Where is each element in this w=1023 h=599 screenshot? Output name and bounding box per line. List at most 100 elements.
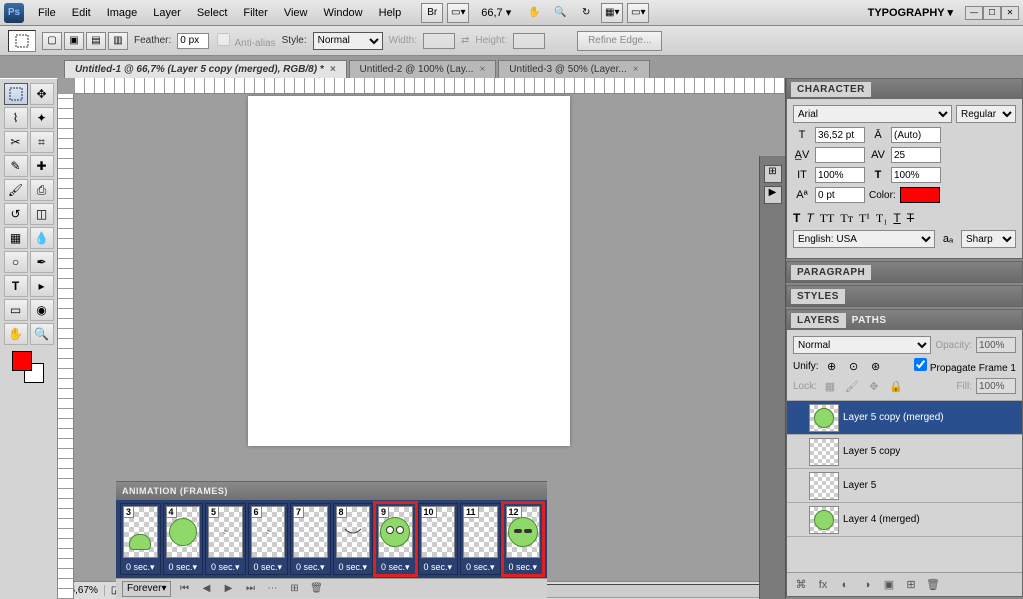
screen-mode-icon[interactable]: ▭▾: [447, 3, 469, 23]
text-color-swatch[interactable]: [900, 187, 940, 203]
doc-tab-1[interactable]: Untitled-1 @ 66,7% (Layer 5 copy (merged…: [64, 60, 347, 78]
animation-frame[interactable]: 30 sec.▾: [120, 503, 161, 575]
lock-paint-icon[interactable]: 🖌: [843, 378, 861, 394]
lasso-tool[interactable]: ⌇: [4, 107, 28, 129]
zoom-tool[interactable]: 🔍: [30, 323, 54, 345]
doc-tab-2[interactable]: Untitled-2 @ 100% (Lay...×: [349, 60, 497, 78]
eyedropper-tool[interactable]: ✎: [4, 155, 28, 177]
adjustment-layer-icon[interactable]: ◑: [859, 579, 875, 591]
paths-tab[interactable]: PATHS: [846, 313, 893, 328]
tool-preset-picker[interactable]: [8, 30, 36, 52]
menu-file[interactable]: File: [30, 3, 64, 23]
rotate-view-icon[interactable]: ↻: [575, 3, 597, 23]
frame-delay[interactable]: 0 sec.▾: [249, 560, 288, 574]
animation-frame[interactable]: 70 sec.▾: [290, 503, 331, 575]
animation-frame[interactable]: 100 sec.▾: [418, 503, 459, 575]
selection-subtract-icon[interactable]: ▤: [86, 32, 106, 50]
animation-frame[interactable]: 90 sec.▾: [375, 503, 416, 575]
hscale-input[interactable]: [891, 167, 941, 183]
prev-frame-button[interactable]: ◀: [197, 583, 215, 594]
animation-frame[interactable]: 50 sec.▾: [205, 503, 246, 575]
selection-new-icon[interactable]: ▢: [42, 32, 62, 50]
lock-pos-icon[interactable]: ✥: [865, 378, 883, 394]
animation-frame[interactable]: 110 sec.▾: [460, 503, 501, 575]
character-tab[interactable]: CHARACTER: [791, 82, 871, 97]
arrange-icon[interactable]: ▦▾: [601, 3, 623, 23]
delete-frame-button[interactable]: 🗑: [307, 583, 325, 594]
frame-delay[interactable]: 0 sec.▾: [419, 560, 458, 574]
screen-mode2-icon[interactable]: ▭▾: [627, 3, 649, 23]
close-icon[interactable]: ×: [633, 64, 639, 75]
menu-edit[interactable]: Edit: [64, 3, 99, 23]
link-layers-icon[interactable]: ⌘: [793, 578, 809, 591]
selection-intersect-icon[interactable]: ▥: [108, 32, 128, 50]
underline-button[interactable]: T: [893, 211, 900, 226]
frame-delay[interactable]: 0 sec.▾: [291, 560, 330, 574]
first-frame-button[interactable]: ⏮: [175, 583, 193, 594]
layer-row[interactable]: Layer 5 copy (merged): [787, 401, 1022, 435]
menu-filter[interactable]: Filter: [235, 3, 275, 23]
path-select-tool[interactable]: ▸: [30, 275, 54, 297]
slice-tool[interactable]: ⌗: [30, 131, 54, 153]
font-size-input[interactable]: [815, 127, 865, 143]
close-button[interactable]: ✕: [1001, 6, 1019, 20]
animation-frame[interactable]: 40 sec.▾: [163, 503, 204, 575]
lock-trans-icon[interactable]: ▦: [821, 378, 839, 394]
superscript-button[interactable]: T¹: [859, 211, 870, 226]
strikethrough-button[interactable]: T: [907, 211, 914, 226]
menu-select[interactable]: Select: [189, 3, 236, 23]
next-frame-button[interactable]: ⏭: [241, 583, 259, 594]
collapsed-panel-strip[interactable]: ⊞ ▶: [759, 156, 785, 599]
frames-strip[interactable]: 30 sec.▾40 sec.▾50 sec.▾60 sec.▾70 sec.▾…: [116, 500, 547, 578]
menu-help[interactable]: Help: [371, 3, 410, 23]
marquee-tool[interactable]: [4, 83, 28, 105]
doc-tab-3[interactable]: Untitled-3 @ 50% (Layer...×: [498, 60, 649, 78]
feather-input[interactable]: [177, 33, 209, 49]
frame-delay[interactable]: 0 sec.▾: [121, 560, 160, 574]
close-icon[interactable]: ×: [330, 64, 336, 75]
loop-select[interactable]: Forever ▾: [122, 581, 171, 597]
tween-button[interactable]: ⋯: [263, 583, 281, 594]
menu-view[interactable]: View: [276, 3, 316, 23]
selection-add-icon[interactable]: ▣: [64, 32, 84, 50]
menu-window[interactable]: Window: [316, 3, 371, 23]
style-select[interactable]: Normal: [313, 32, 383, 50]
hand-tool-icon[interactable]: ✋: [523, 3, 545, 23]
frame-delay[interactable]: 0 sec.▾: [206, 560, 245, 574]
smallcaps-button[interactable]: Tᴛ: [840, 211, 853, 226]
zoom-level[interactable]: 66,7 ▾: [473, 6, 519, 19]
baseline-input[interactable]: [815, 187, 865, 203]
collapsed-icon[interactable]: ⊞: [764, 165, 782, 183]
stamp-tool[interactable]: ⎙: [30, 179, 54, 201]
type-tool[interactable]: T: [4, 275, 28, 297]
layer-row[interactable]: Layer 5: [787, 469, 1022, 503]
workspace-switcher[interactable]: TYPOGRAPHY ▾: [862, 6, 959, 19]
pen-tool[interactable]: ✒: [30, 251, 54, 273]
zoom-tool-icon[interactable]: 🔍: [549, 3, 571, 23]
collapsed-icon[interactable]: ▶: [764, 186, 782, 204]
minimize-button[interactable]: —: [965, 6, 983, 20]
propagate-checkbox[interactable]: [914, 358, 927, 371]
bridge-icon[interactable]: Br: [421, 3, 443, 23]
new-group-icon[interactable]: ▣: [881, 578, 897, 591]
animation-frame[interactable]: 80 sec.▾: [333, 503, 374, 575]
unify-pos-icon[interactable]: ⊕: [823, 358, 841, 374]
layer-row[interactable]: Layer 4 (merged): [787, 503, 1022, 537]
frame-delay[interactable]: 0 sec.▾: [504, 560, 543, 574]
blur-tool[interactable]: 💧: [30, 227, 54, 249]
blend-mode-select[interactable]: Normal: [793, 336, 931, 354]
brush-tool[interactable]: 🖌: [4, 179, 28, 201]
unify-vis-icon[interactable]: ⊙: [845, 358, 863, 374]
animation-frame[interactable]: 60 sec.▾: [248, 503, 289, 575]
allcaps-button[interactable]: TT: [820, 211, 835, 226]
new-layer-icon[interactable]: ⊞: [903, 578, 919, 591]
hand-tool[interactable]: ✋: [4, 323, 28, 345]
kerning-input[interactable]: [815, 147, 865, 163]
frame-delay[interactable]: 0 sec.▾: [334, 560, 373, 574]
frame-delay[interactable]: 0 sec.▾: [164, 560, 203, 574]
tracking-input[interactable]: [891, 147, 941, 163]
shape-tool[interactable]: ▭: [4, 299, 28, 321]
refine-edge-button[interactable]: Refine Edge...: [577, 31, 662, 51]
subscript-button[interactable]: T₁: [876, 211, 888, 226]
dodge-tool[interactable]: ○: [4, 251, 28, 273]
